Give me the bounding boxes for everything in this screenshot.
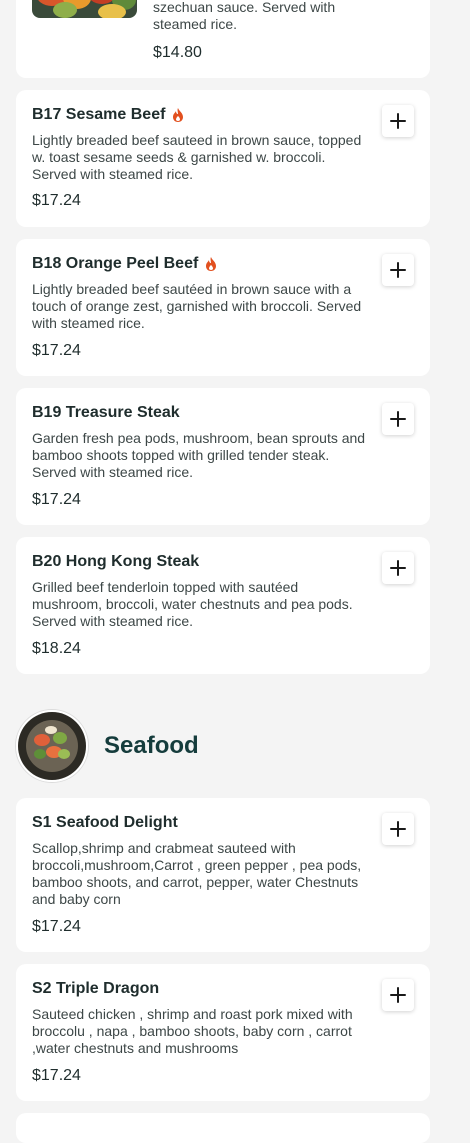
add-to-cart-button[interactable]: [382, 552, 414, 584]
menu-item-card-partial[interactable]: [16, 1113, 430, 1143]
plus-icon: [390, 262, 406, 278]
menu-item-card[interactable]: S1 Seafood Delight Scallop,shrimp and cr…: [16, 798, 430, 952]
item-title: S1 Seafood Delight: [32, 814, 178, 832]
plus-icon: [390, 560, 406, 576]
plus-icon: [390, 411, 406, 427]
item-title: B17 Sesame Beef: [32, 106, 185, 124]
item-description: Lightly breaded beef sautéed in brown sa…: [32, 281, 362, 331]
fire-icon: [173, 108, 184, 122]
menu-item-card-partial[interactable]: szechuan sauce. Served with steamed rice…: [16, 0, 430, 78]
menu-item-card[interactable]: B19 Treasure Steak Garden fresh pea pods…: [16, 388, 430, 525]
item-name: B19 Treasure Steak: [32, 404, 180, 421]
add-to-cart-button[interactable]: [382, 105, 414, 137]
add-to-cart-button[interactable]: [382, 403, 414, 435]
item-description: szechuan sauce. Served with steamed rice…: [153, 0, 336, 32]
add-to-cart-button[interactable]: [382, 979, 414, 1011]
item-price: $17.24: [32, 192, 81, 209]
item-description: Sauteed chicken , shrimp and roast pork …: [32, 1006, 353, 1056]
item-price: $17.24: [32, 1067, 81, 1084]
menu-item-card[interactable]: B17 Sesame Beef Lightly breaded beef sau…: [16, 90, 430, 227]
menu-item-card[interactable]: S2 Triple Dragon Sauteed chicken , shrim…: [16, 964, 430, 1101]
food-thumbnail: [32, 0, 137, 18]
plus-icon: [390, 113, 406, 129]
item-price: $17.24: [32, 342, 81, 359]
item-description: Garden fresh pea pods, mushroom, bean sp…: [32, 430, 366, 480]
category-title: Seafood: [104, 732, 199, 759]
item-price: $18.24: [32, 640, 81, 657]
item-title: B19 Treasure Steak: [32, 404, 180, 422]
item-name: B20 Hong Kong Steak: [32, 553, 200, 570]
category-image: [16, 710, 88, 782]
menu-item-card[interactable]: B20 Hong Kong Steak Grilled beef tenderl…: [16, 537, 430, 674]
item-description: Scallop,shrimp and crabmeat sauteed with…: [32, 840, 362, 907]
item-price: $14.80: [153, 44, 202, 61]
item-title: B20 Hong Kong Steak: [32, 553, 199, 571]
item-name: B17 Sesame Beef: [32, 106, 166, 123]
item-name: S2 Triple Dragon: [32, 980, 160, 997]
item-price: $17.24: [32, 491, 81, 508]
item-description: Grilled beef tenderloin topped with saut…: [32, 579, 353, 629]
plus-icon: [390, 821, 406, 837]
add-to-cart-button[interactable]: [382, 254, 414, 286]
plus-icon: [390, 987, 406, 1003]
add-to-cart-button[interactable]: [382, 813, 414, 845]
item-name: S1 Seafood Delight: [32, 814, 178, 831]
item-price: $17.24: [32, 918, 81, 935]
item-title: B18 Orange Peel Beef: [32, 255, 218, 273]
item-description: Lightly breaded beef sauteed in brown sa…: [32, 132, 362, 182]
menu-item-card[interactable]: B18 Orange Peel Beef Lightly breaded bee…: [16, 239, 430, 376]
item-title: S2 Triple Dragon: [32, 980, 159, 998]
item-name: B18 Orange Peel Beef: [32, 255, 199, 272]
category-header: Seafood: [16, 709, 430, 783]
fire-icon: [206, 257, 217, 271]
